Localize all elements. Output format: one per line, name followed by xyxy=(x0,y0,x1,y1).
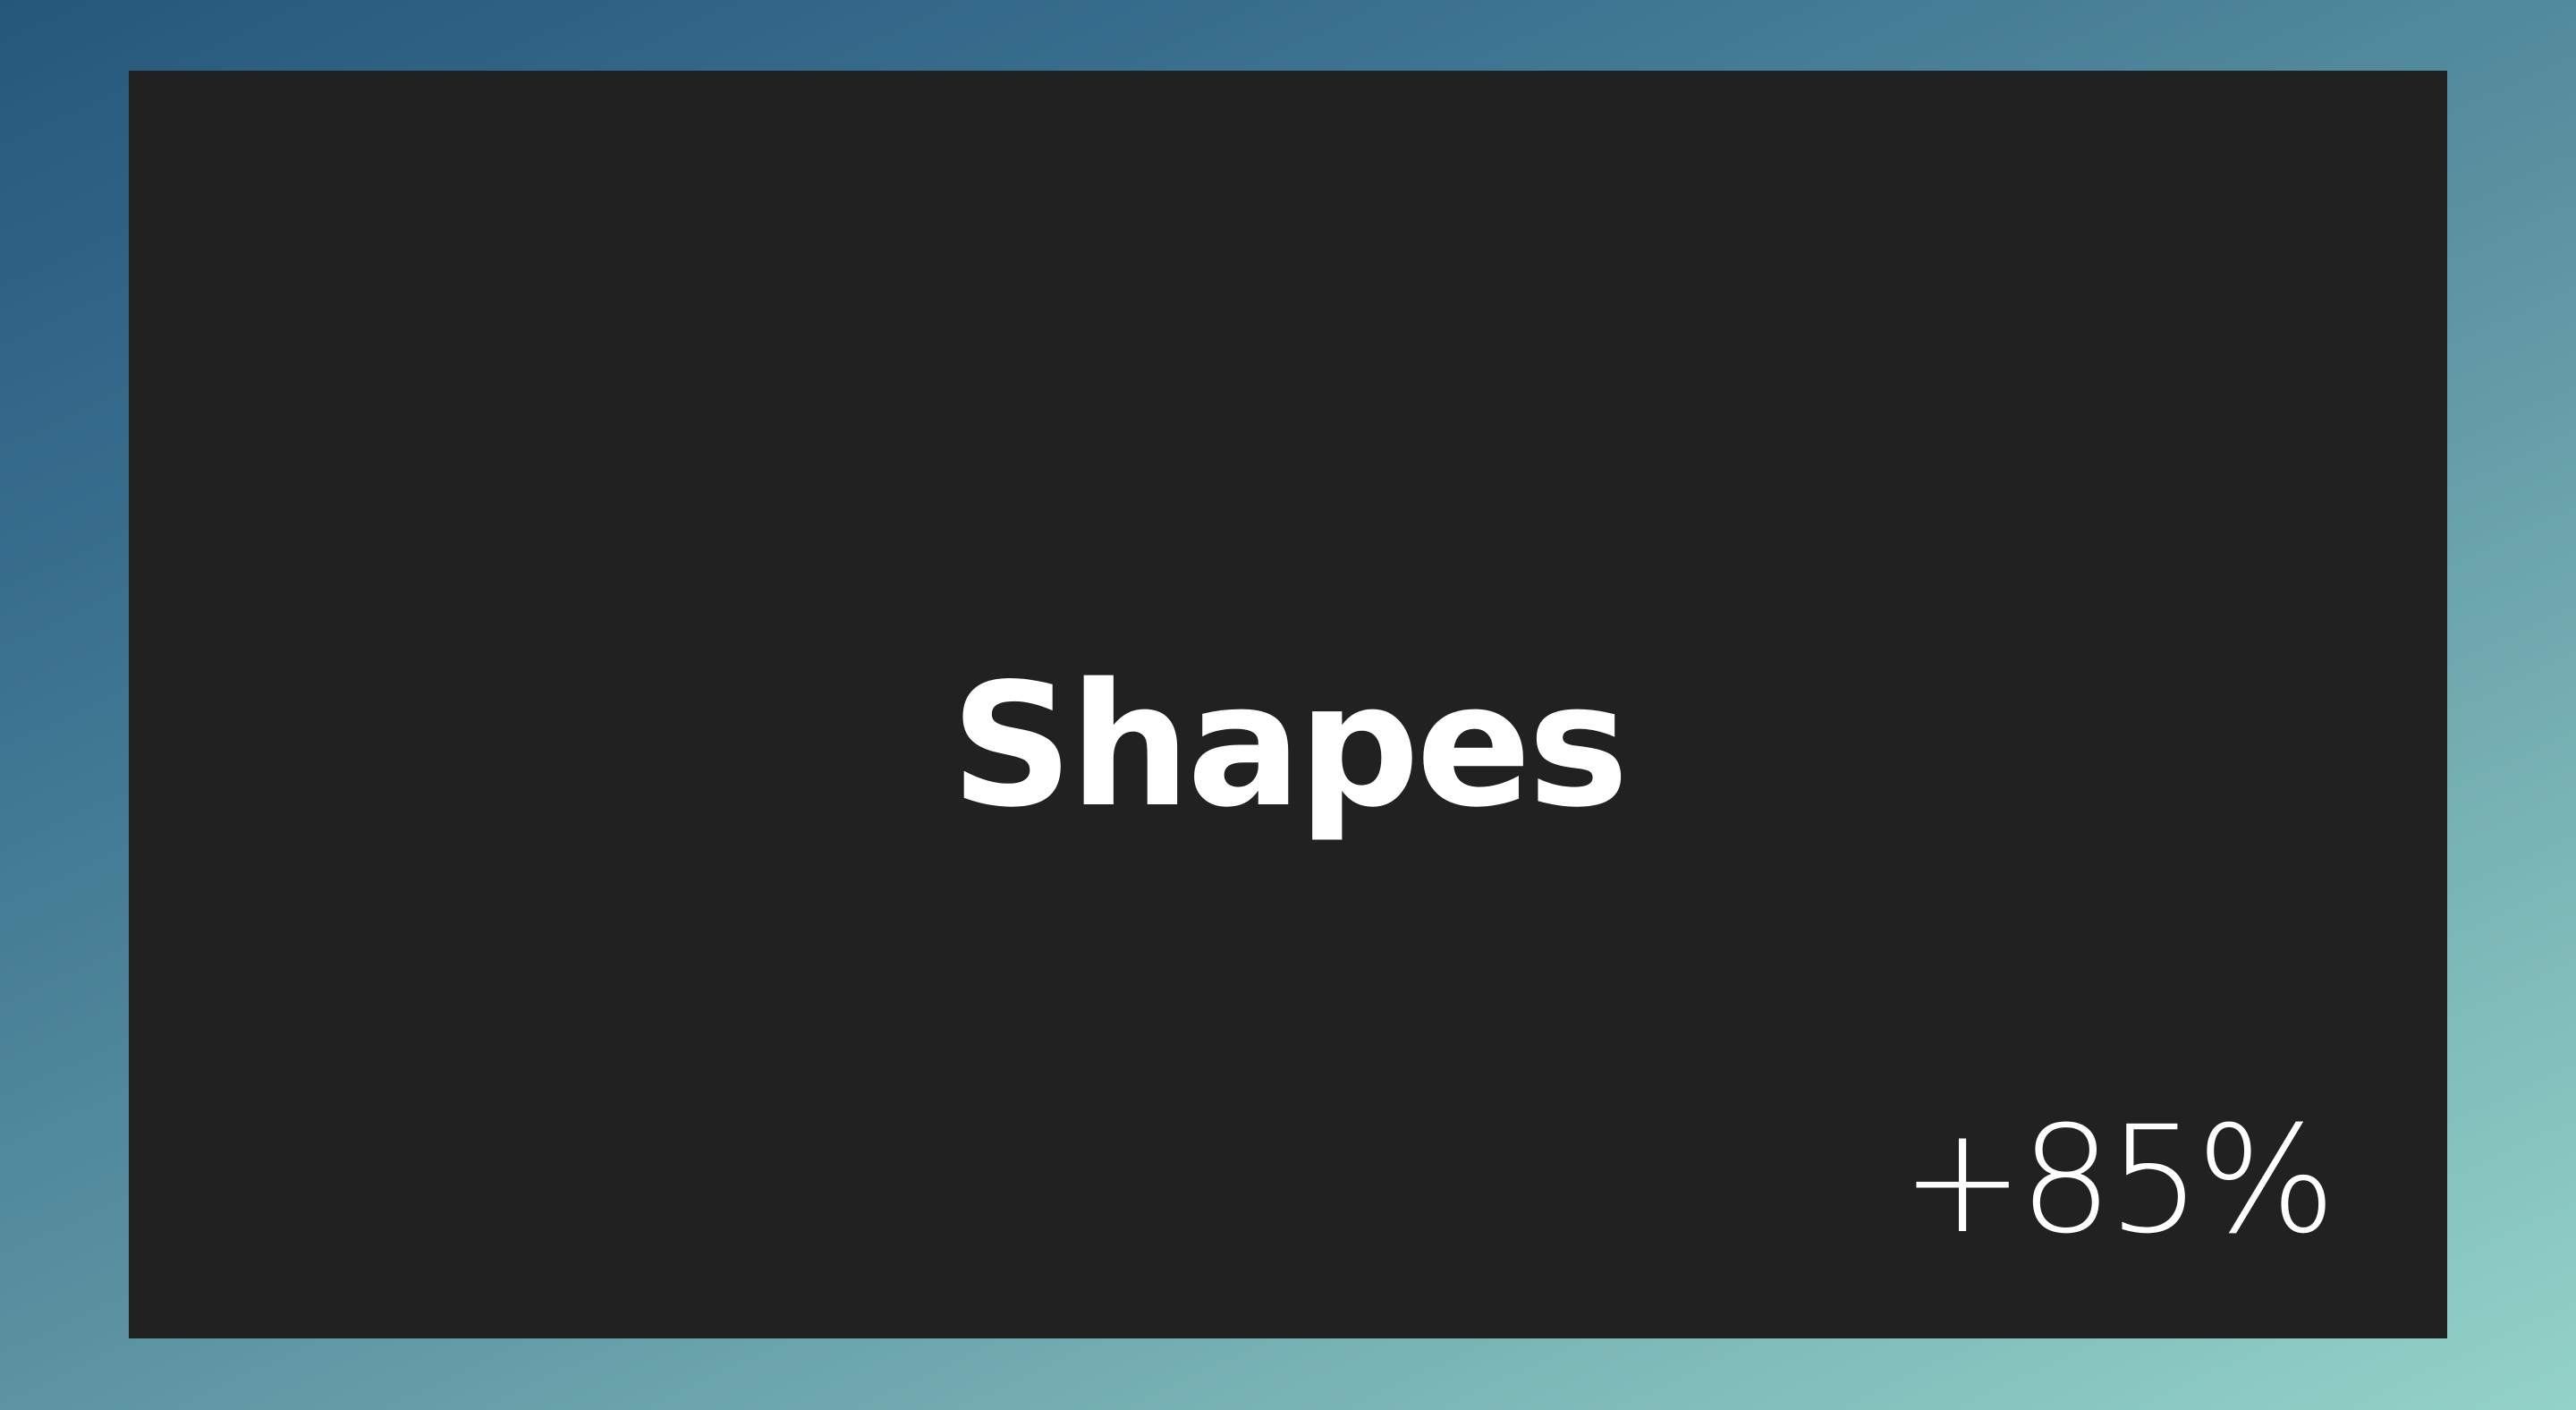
percentage-stat: +85% xyxy=(1901,1094,2336,1266)
dark-slide-panel: Shapes +85% xyxy=(129,71,2447,1338)
slide-background: { "slide": { "title": "Shapes", "stat": … xyxy=(0,0,2576,1410)
slide-title: Shapes xyxy=(950,647,1629,845)
